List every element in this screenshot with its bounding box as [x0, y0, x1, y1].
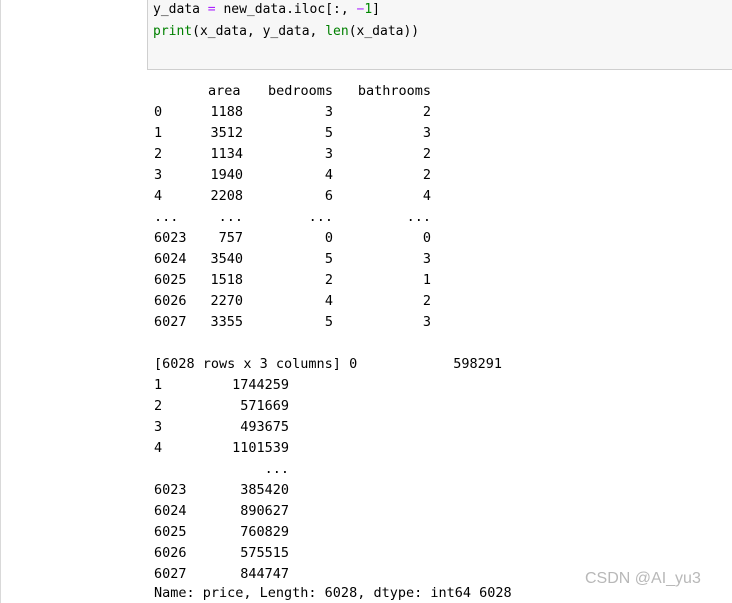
area-value: 757 [218, 230, 243, 246]
row-index: 4 [154, 188, 163, 204]
bedrooms-value: 4 [324, 293, 333, 309]
bathrooms-value: 2 [422, 146, 431, 162]
row-index: 3 [154, 167, 163, 183]
cell-output: area bedrooms bathrooms [6028 rows x 3 c… [0, 0, 732, 603]
bedrooms-value: ... [308, 209, 333, 225]
row-index: 0 [154, 104, 163, 120]
bathrooms-value: 3 [422, 314, 431, 330]
row-index: 6026 [154, 293, 187, 309]
bathrooms-value: 3 [422, 125, 431, 141]
area-value: 1134 [210, 146, 243, 162]
bedrooms-value: 0 [324, 230, 333, 246]
bedrooms-value: 3 [324, 104, 333, 120]
area-value: 2208 [210, 188, 243, 204]
area-value: 3355 [210, 314, 243, 330]
csdn-watermark: CSDN @AI_yu3 [585, 570, 701, 587]
bathrooms-value: ... [406, 209, 431, 225]
series-index: 6026 [154, 545, 187, 561]
row-index: 6023 [154, 230, 187, 246]
area-value: 1940 [210, 167, 243, 183]
series-index: 2 [154, 398, 163, 414]
series-index: 6023 [154, 482, 187, 498]
series-value: 1744259 [232, 377, 289, 393]
bedrooms-value: 5 [324, 125, 333, 141]
series-value: 575515 [240, 545, 289, 561]
area-value: 1518 [210, 272, 243, 288]
column-header: bathrooms [357, 83, 431, 99]
area-value: 2270 [210, 293, 243, 309]
series-value: 890627 [240, 503, 289, 519]
area-value: 3512 [210, 125, 243, 141]
area-value: 1188 [210, 104, 243, 120]
bedrooms-value: 5 [324, 314, 333, 330]
bathrooms-value: 2 [422, 293, 431, 309]
dataframe-summary: [6028 rows x 3 columns] 0 [154, 356, 358, 372]
bathrooms-value: 0 [422, 230, 431, 246]
row-index: 1 [154, 125, 163, 141]
row-index: 6024 [154, 251, 187, 267]
column-header: bedrooms [267, 83, 333, 99]
series-value: 844747 [240, 566, 289, 582]
series-index: 6027 [154, 566, 187, 582]
series-index: 6024 [154, 503, 187, 519]
series-index: 4 [154, 440, 163, 456]
row-index: ... [154, 209, 179, 225]
bedrooms-value: 5 [324, 251, 333, 267]
area-value: 3540 [210, 251, 243, 267]
bedrooms-value: 4 [324, 167, 333, 183]
series-index: 3 [154, 419, 163, 435]
bedrooms-value: 6 [324, 188, 333, 204]
series-index: 6025 [154, 524, 187, 540]
bedrooms-value: 3 [324, 146, 333, 162]
row-index: 6027 [154, 314, 187, 330]
row-index: 2 [154, 146, 163, 162]
series-value: 571669 [240, 398, 289, 414]
series-value: 493675 [240, 419, 289, 435]
bathrooms-value: 2 [422, 104, 431, 120]
area-value: ... [218, 209, 243, 225]
series-value: ... [264, 461, 289, 477]
series-index: 1 [154, 377, 163, 393]
bathrooms-value: 3 [422, 251, 431, 267]
series-value: 1101539 [232, 440, 289, 456]
series-value: 385420 [240, 482, 289, 498]
series-footer: Name: price, Length: 6028, dtype: int64 … [154, 585, 512, 601]
row-index: 6025 [154, 272, 187, 288]
bathrooms-value: 4 [422, 188, 431, 204]
bedrooms-value: 2 [324, 272, 333, 288]
series-value: 760829 [240, 524, 289, 540]
bathrooms-value: 1 [422, 272, 431, 288]
series-first-value: 598291 [453, 356, 502, 372]
bathrooms-value: 2 [422, 167, 431, 183]
column-header: area [208, 83, 241, 99]
